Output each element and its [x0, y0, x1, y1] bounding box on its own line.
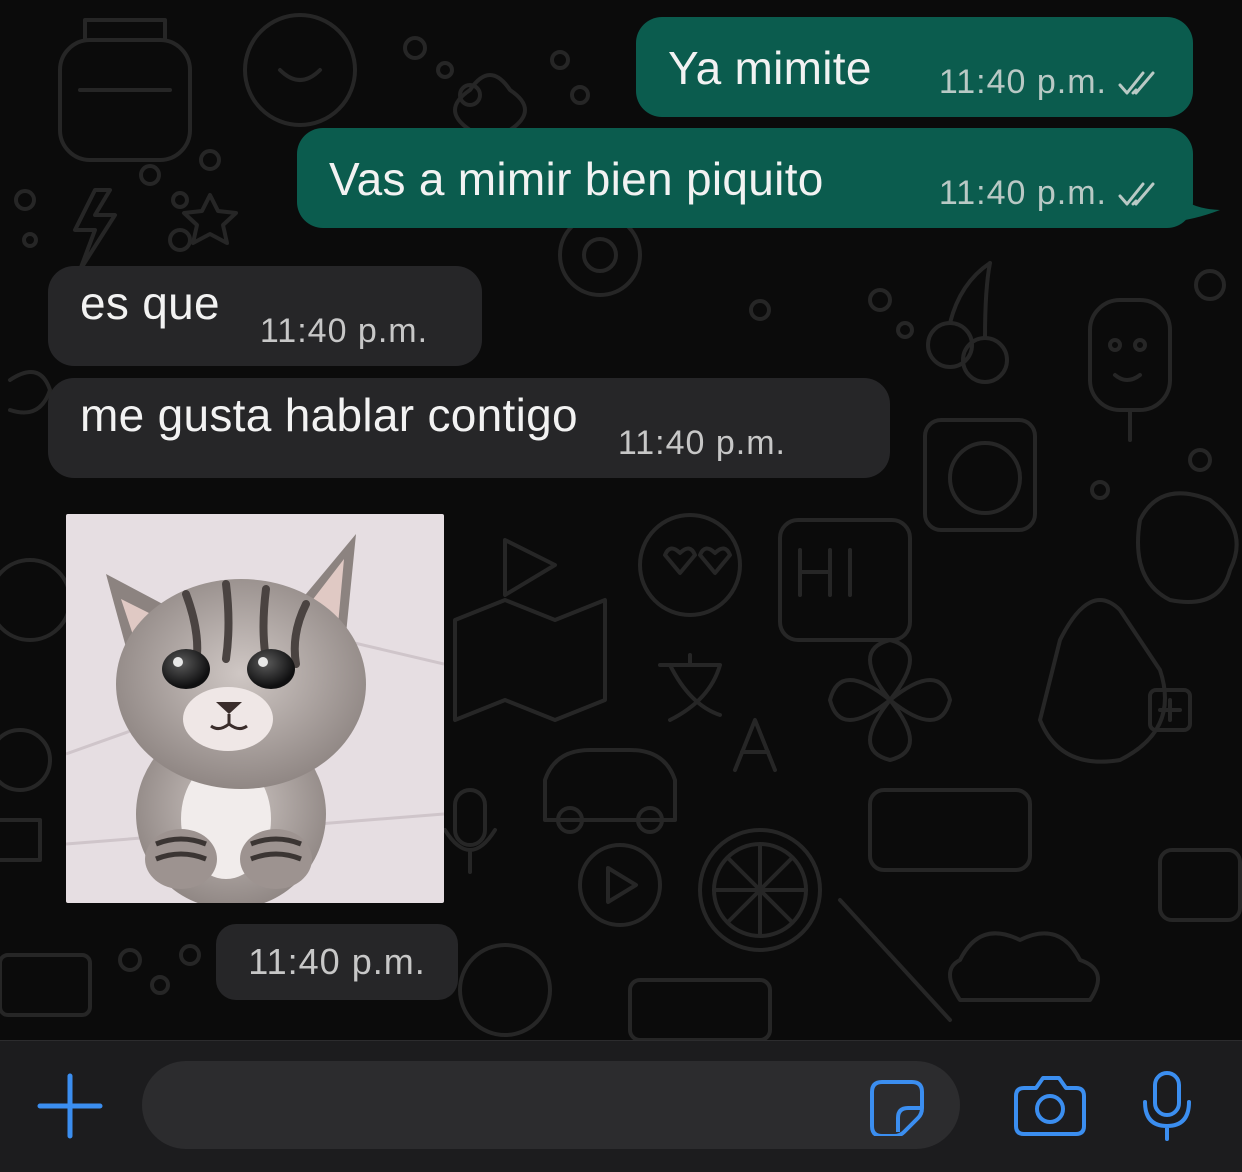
message-text: Vas a mimir bien piquito	[329, 153, 824, 205]
plus-icon[interactable]	[36, 1072, 104, 1140]
kitten-image	[66, 514, 444, 903]
message-text: me gusta hablar contigo	[80, 389, 578, 441]
message-bubble-outgoing[interactable]: Ya mimite 11:40 p.m.	[636, 17, 1193, 117]
chat-area[interactable]: Ya mimite 11:40 p.m. Vas a mimir bien pi…	[0, 0, 1242, 1040]
message-text: Ya mimite	[668, 42, 872, 94]
bubble-tail	[1170, 178, 1220, 222]
message-bubble-incoming[interactable]: me gusta hablar contigo 11:40 p.m.	[48, 378, 890, 478]
message-time: 11:40 p.m.	[259, 312, 429, 350]
message-input[interactable]	[142, 1061, 960, 1149]
message-time: 11:40 p.m.	[938, 174, 1107, 212]
message-time: 11:40 p.m.	[938, 63, 1107, 101]
sticker-time-pill: 11:40 p.m.	[216, 924, 458, 1000]
message-meta: 11:40 p.m.	[260, 312, 428, 351]
message-bubble-incoming[interactable]: es que 11:40 p.m.	[48, 266, 482, 366]
double-check-icon	[1118, 71, 1155, 94]
camera-icon[interactable]	[1014, 1074, 1086, 1136]
message-time: 11:40 p.m.	[248, 941, 426, 982]
microphone-icon[interactable]	[1140, 1070, 1194, 1142]
sticker-icon[interactable]	[868, 1078, 926, 1136]
message-bubble-outgoing[interactable]: Vas a mimir bien piquito 11:40 p.m.	[297, 128, 1193, 228]
message-meta: 11:40 p.m.	[939, 63, 1163, 102]
message-time: 11:40 p.m.	[617, 424, 787, 462]
message-meta: 11:40 p.m.	[939, 174, 1163, 213]
sad-kitten-sticker[interactable]	[66, 514, 444, 903]
message-text: es que	[80, 277, 220, 329]
double-check-icon	[1118, 182, 1155, 205]
message-meta: 11:40 p.m.	[618, 424, 786, 463]
